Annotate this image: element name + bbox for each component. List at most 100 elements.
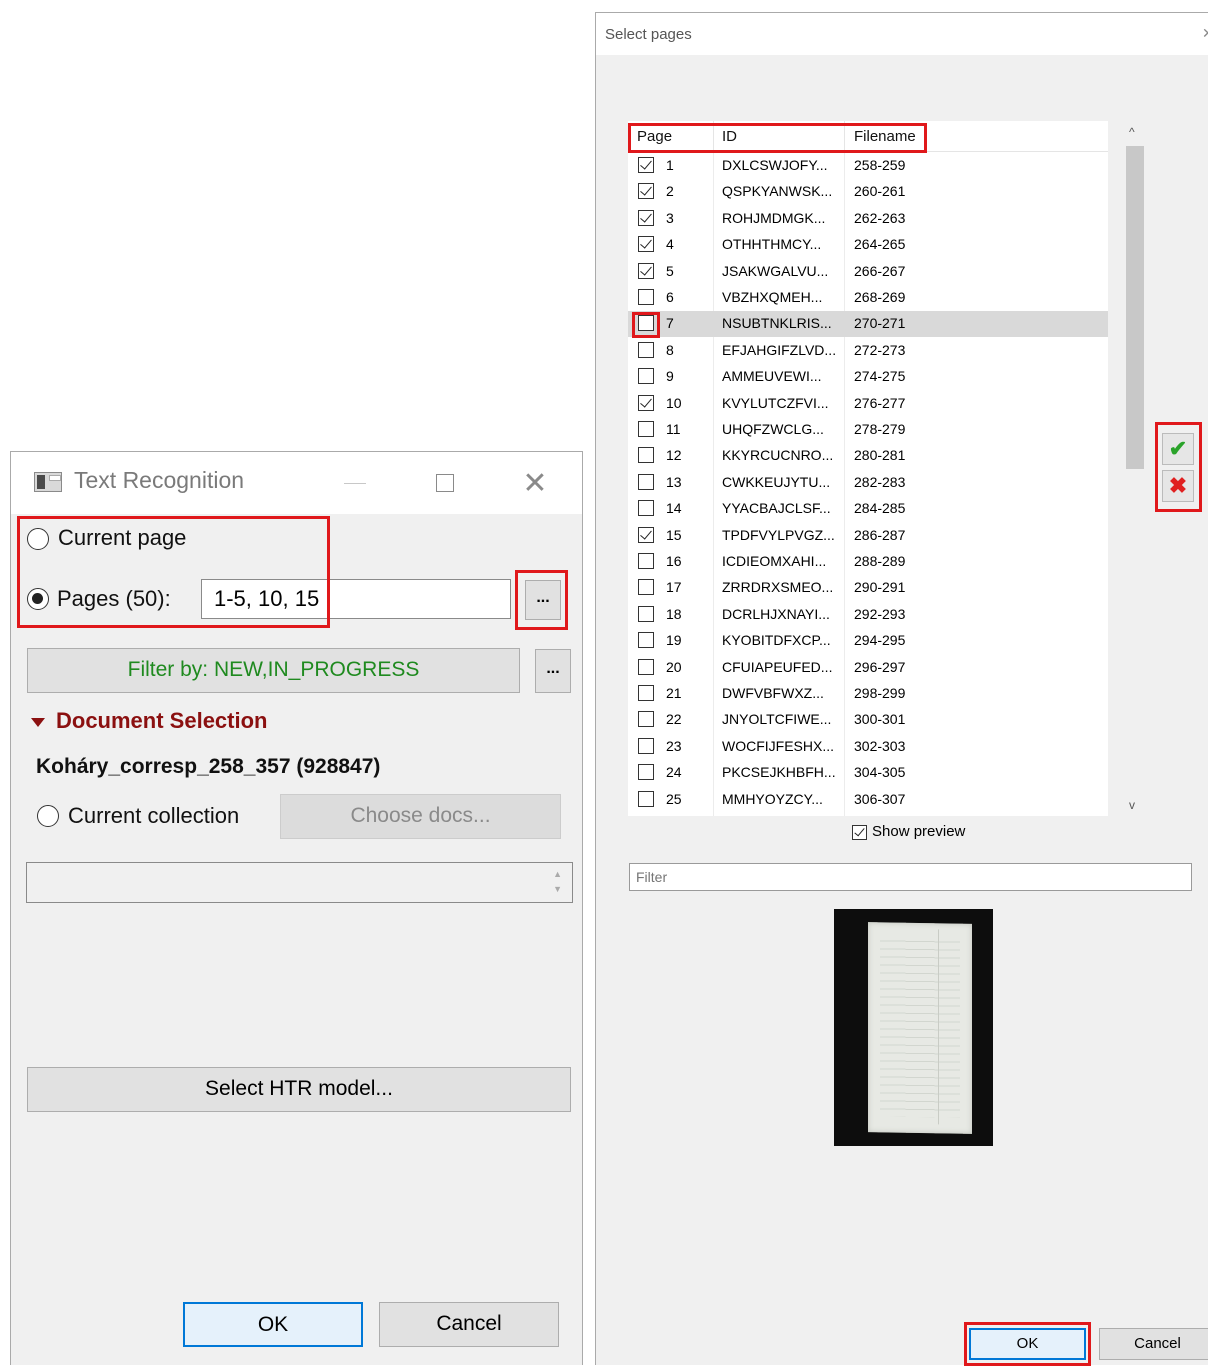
page-checkbox[interactable] [638,315,654,332]
page-number: 12 [666,447,682,464]
page-checkbox[interactable] [638,737,654,754]
page-filename: 274-275 [854,368,906,385]
dialog-title: Select pages [605,26,692,43]
table-row[interactable]: 13 CWKKEUJYTU... 282-283 [628,470,1108,496]
current-collection-radio[interactable] [37,805,59,827]
table-row[interactable]: 9 AMMEUVEWI... 274-275 [628,364,1108,390]
table-row[interactable]: 20 CFUIAPEUFED... 296-297 [628,655,1108,681]
table-row[interactable]: 18 DCRLHJXNAYI... 292-293 [628,602,1108,628]
table-row[interactable]: 15 TPDFVYLPVGZ... 286-287 [628,523,1108,549]
scroll-up-icon[interactable]: ^ [1129,125,1135,139]
current-page-radio[interactable] [27,528,49,550]
page-checkbox[interactable] [638,341,654,358]
page-checkbox[interactable] [638,764,654,781]
table-row[interactable]: 19 KYOBITDFXCP... 294-295 [628,628,1108,654]
collapse-arrow-icon[interactable] [31,718,45,727]
cancel-button[interactable]: Cancel [1099,1328,1208,1360]
page-number: 24 [666,764,682,781]
table-row[interactable]: 2 QSPKYANWSK... 260-261 [628,179,1108,205]
page-checkbox[interactable] [638,632,654,649]
select-htr-model-button[interactable]: Select HTR model... [27,1067,571,1112]
pages-label[interactable]: Pages (50): [57,586,171,612]
column-header-id[interactable]: ID [722,128,737,145]
table-row[interactable]: 5 JSAKWGALVU... 266-267 [628,259,1108,285]
page-filename: 282-283 [854,473,906,490]
check-all-button[interactable]: ✔ [1162,433,1194,465]
current-collection-label[interactable]: Current collection [68,803,239,829]
page-checkbox[interactable] [638,236,654,253]
page-filename: 258-259 [854,157,906,173]
page-number: 21 [666,685,682,701]
page-checkbox[interactable] [638,500,654,517]
page-checkbox[interactable] [638,368,654,385]
close-icon[interactable]: ✕ [1202,25,1208,42]
page-checkbox[interactable] [638,685,654,701]
table-row[interactable]: 16 ICDIEOMXAHI... 288-289 [628,549,1108,575]
page-checkbox[interactable] [638,289,654,305]
pages-range-input[interactable] [201,579,511,619]
page-checkbox[interactable] [638,605,654,622]
maximize-icon[interactable] [415,452,475,514]
page-checkbox[interactable] [638,711,654,728]
table-row[interactable]: 11 UHQFZWCLG... 278-279 [628,417,1108,443]
table-row[interactable]: 23 WOCFIJFESHX... 302-303 [628,734,1108,760]
document-list[interactable]: ▲ ▼ [26,862,573,903]
page-checkbox[interactable] [638,790,654,807]
page-checkbox[interactable] [638,553,654,569]
page-filename: 280-281 [854,447,906,464]
title-bar: Select pages ✕ [596,13,1208,55]
table-row[interactable]: 24 PKCSEJKHBFH... 304-305 [628,760,1108,786]
table-row[interactable]: 3 ROHJMDMGK... 262-263 [628,206,1108,232]
scroll-down-icon[interactable]: v [1129,798,1135,812]
page-checkbox[interactable] [638,209,654,226]
minimize-icon[interactable] [325,452,385,514]
table-row[interactable]: 22 JNYOLTCFIWE... 300-301 [628,707,1108,733]
page-checkbox[interactable] [638,421,654,437]
current-page-label[interactable]: Current page [58,525,186,551]
cancel-button[interactable]: Cancel [379,1302,559,1347]
table-row[interactable]: 21 DWFVBFWXZ... 298-299 [628,681,1108,707]
filter-button[interactable]: Filter by: NEW,IN_PROGRESS [27,648,520,693]
table-row[interactable]: 7 NSUBTNKLRIS... 270-271 [628,311,1108,338]
column-divider[interactable] [844,121,845,151]
page-checkbox[interactable] [638,473,654,490]
page-checkbox[interactable] [638,579,654,596]
scroll-down-icon[interactable]: ▼ [553,884,562,894]
table-row[interactable]: 17 ZRRDRXSMEO... 290-291 [628,575,1108,601]
filter-options-button[interactable]: ... [535,649,571,693]
table-row[interactable]: 12 KKYRCUCNRO... 280-281 [628,443,1108,469]
close-icon[interactable]: ✕ [505,452,565,514]
table-row[interactable]: 8 EFJAHGIFZLVD... 272-273 [628,338,1108,364]
table-header: Page ID Filename [628,121,1108,152]
column-divider[interactable] [713,121,714,151]
ok-button[interactable]: OK [183,1302,363,1347]
table-row[interactable]: 1 DXLCSWJOFY... 258-259 [628,153,1108,179]
table-row[interactable]: 10 KVYLUTCZFVI... 276-277 [628,391,1108,417]
scrollbar-thumb[interactable] [1126,146,1144,469]
page-checkbox[interactable] [638,447,654,464]
page-checkbox[interactable] [638,394,654,411]
page-id: VBZHXQMEH... [722,289,823,305]
column-header-page[interactable]: Page [637,128,672,145]
scroll-up-icon[interactable]: ▲ [553,869,562,879]
table-row[interactable]: 25 MMHYOYZCY... 306-307 [628,787,1108,813]
pages-radio[interactable] [27,588,49,610]
select-pages-button[interactable]: ... [525,580,561,620]
table-row[interactable]: 4 OTHHTHMCY... 264-265 [628,232,1108,258]
document-selection-heading[interactable]: Document Selection [56,708,267,734]
page-checkbox[interactable] [638,526,654,543]
page-checkbox[interactable] [638,157,654,173]
checkbox[interactable] [852,825,867,840]
vertical-scrollbar[interactable]: ^ v [1124,121,1146,816]
filter-input[interactable] [629,863,1192,891]
show-preview-label[interactable]: Show preview [872,823,965,840]
page-checkbox[interactable] [638,262,654,279]
table-row[interactable]: 6 VBZHXQMEH... 268-269 [628,285,1108,311]
page-checkbox[interactable] [638,183,654,200]
column-header-filename[interactable]: Filename [854,128,916,145]
page-checkbox[interactable] [638,658,654,675]
page-id: ROHJMDMGK... [722,209,826,226]
uncheck-all-button[interactable]: ✖ [1162,470,1194,502]
ok-button[interactable]: OK [969,1328,1086,1360]
table-row[interactable]: 14 YYACBAJCLSF... 284-285 [628,496,1108,522]
